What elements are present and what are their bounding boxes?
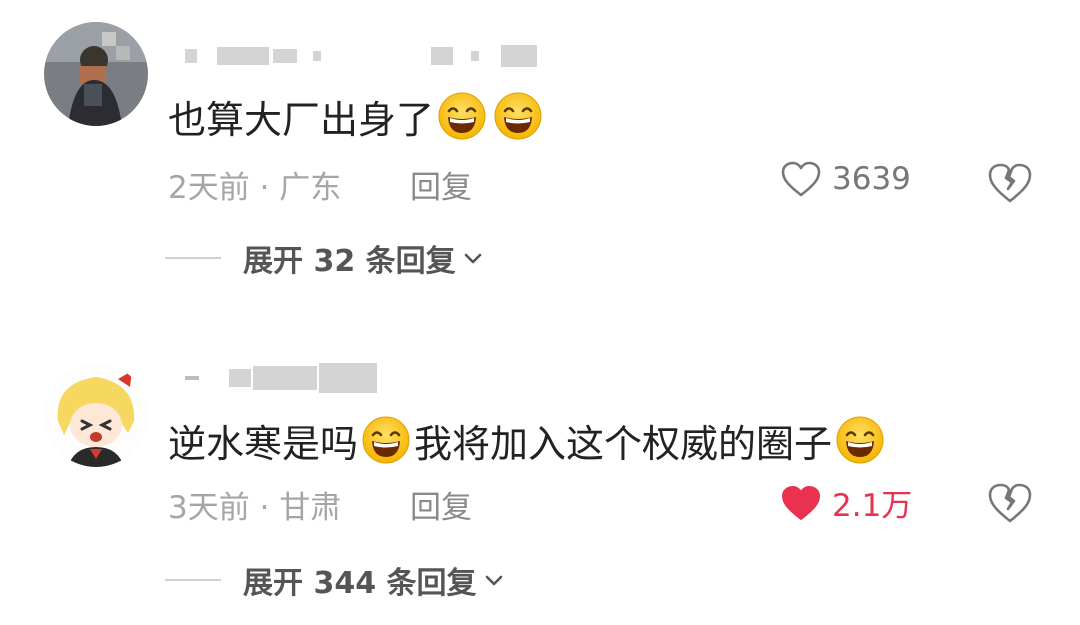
grinning-emoji-icon — [493, 91, 543, 141]
avatar[interactable] — [44, 363, 148, 467]
divider-line — [165, 579, 221, 581]
comment-meta: 3天前 · 甘肃 — [168, 490, 342, 526]
comment-meta: 2天前 · 广东 — [168, 170, 342, 206]
grinning-emoji-icon — [361, 415, 411, 465]
avatar-image-icon — [44, 22, 148, 126]
reply-button[interactable]: 回复 — [410, 162, 472, 207]
heart-outline-icon — [781, 161, 821, 197]
broken-heart-icon — [988, 483, 1032, 523]
broken-heart-icon — [988, 163, 1032, 203]
like-count: 3639 — [832, 161, 911, 197]
comment-text: 也算大厂出身了 — [168, 90, 546, 142]
dislike-button[interactable] — [985, 478, 1035, 528]
comment-item: 逆水寒是吗 我将加入这个权威的圈子 3天前 · 甘肃 回复 2.1万 展开 34… — [0, 330, 1080, 625]
expand-replies-button[interactable]: 展开 32 条回复 — [165, 236, 484, 280]
chevron-down-icon — [464, 253, 481, 264]
like-count: 2.1万 — [832, 488, 913, 524]
dislike-button[interactable] — [985, 158, 1035, 208]
chevron-down-icon — [485, 575, 502, 586]
comment-text-part: 也算大厂出身了 — [168, 97, 435, 142]
expand-replies-label: 展开 32 条回复 — [243, 244, 456, 279]
like-button[interactable]: 3639 — [780, 160, 911, 198]
avatar[interactable] — [44, 22, 148, 126]
grinning-emoji-icon — [437, 91, 487, 141]
reply-button[interactable]: 回复 — [410, 482, 472, 527]
username-blurred[interactable] — [185, 363, 377, 393]
expand-replies-button[interactable]: 展开 344 条回复 — [165, 558, 505, 602]
username-blurred[interactable] — [185, 44, 537, 68]
avatar-image-icon — [44, 363, 148, 467]
comment-text-part: 我将加入这个权威的圈子 — [414, 421, 833, 466]
comment-item: 也算大厂出身了 2天前 · 广东 回复 3639 展开 32 条回复 — [0, 0, 1080, 300]
expand-replies-label: 展开 344 条回复 — [243, 566, 477, 601]
heart-filled-icon — [782, 485, 820, 520]
like-button[interactable]: 2.1万 — [780, 480, 912, 525]
comment-text-part: 逆水寒是吗 — [168, 421, 359, 466]
divider-line — [165, 257, 221, 259]
grinning-emoji-icon — [835, 415, 885, 465]
comment-text: 逆水寒是吗 我将加入这个权威的圈子 — [168, 414, 888, 466]
